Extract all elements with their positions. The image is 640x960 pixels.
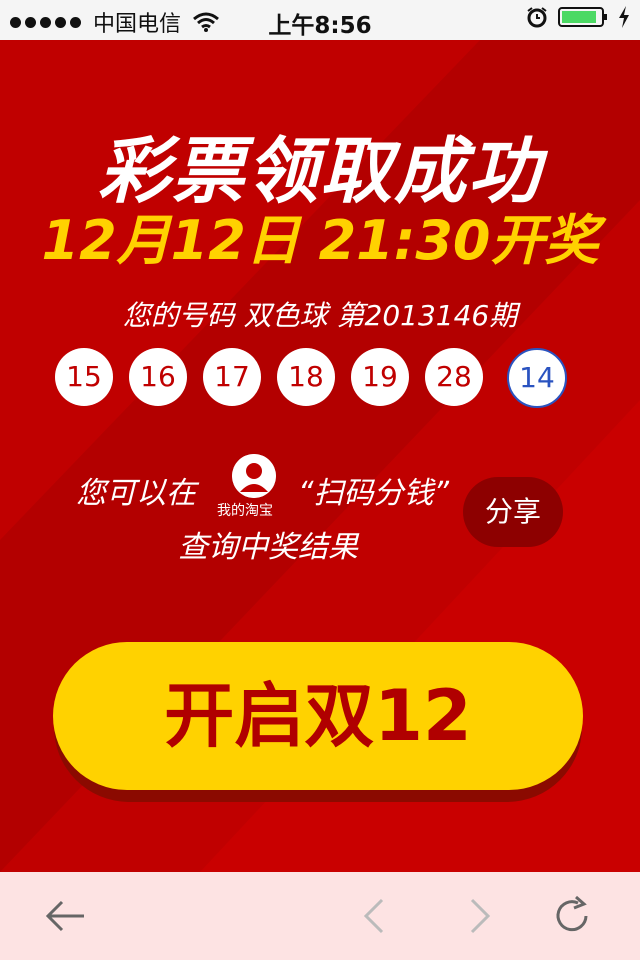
draw-time: 12月12日 21:30开奖 <box>41 209 599 272</box>
status-right <box>526 6 630 28</box>
lottery-ball-red: 18 <box>277 348 335 406</box>
share-button[interactable]: 分享 <box>463 477 563 547</box>
info-suffix: “扫码分钱” <box>298 476 450 511</box>
lottery-numbers: 15 16 17 18 19 28 14 <box>55 348 615 408</box>
open-double12-button[interactable]: 开启双12 <box>53 642 583 790</box>
lottery-ball-red: 19 <box>351 348 409 406</box>
info-line2: 查询中奖结果 <box>178 530 358 565</box>
chevron-right-icon[interactable] <box>458 894 502 938</box>
browser-toolbar <box>0 872 640 960</box>
back-arrow-icon[interactable] <box>44 894 88 938</box>
chevron-left-icon[interactable] <box>352 894 396 938</box>
charging-icon <box>619 6 629 28</box>
lottery-ball-red: 17 <box>203 348 261 406</box>
info-prefix: 您可以在 <box>76 476 196 511</box>
main-content: 彩票领取成功 12月12日 21:30开奖 您的号码 双色球 第2013146期… <box>0 40 640 872</box>
lottery-ball-red: 15 <box>55 348 113 406</box>
status-bar: 中国电信 上午8:56 <box>0 0 640 40</box>
refresh-icon[interactable] <box>550 894 594 938</box>
avatar-label: 我的淘宝 <box>217 503 273 519</box>
lottery-ball-blue: 14 <box>507 348 567 408</box>
ticket-label: 您的号码 双色球 第2013146期 <box>122 299 518 332</box>
avatar-icon <box>232 454 276 498</box>
battery-icon <box>558 7 607 27</box>
lottery-ball-red: 28 <box>425 348 483 406</box>
lottery-ball-red: 16 <box>129 348 187 406</box>
alarm-icon <box>527 7 547 28</box>
